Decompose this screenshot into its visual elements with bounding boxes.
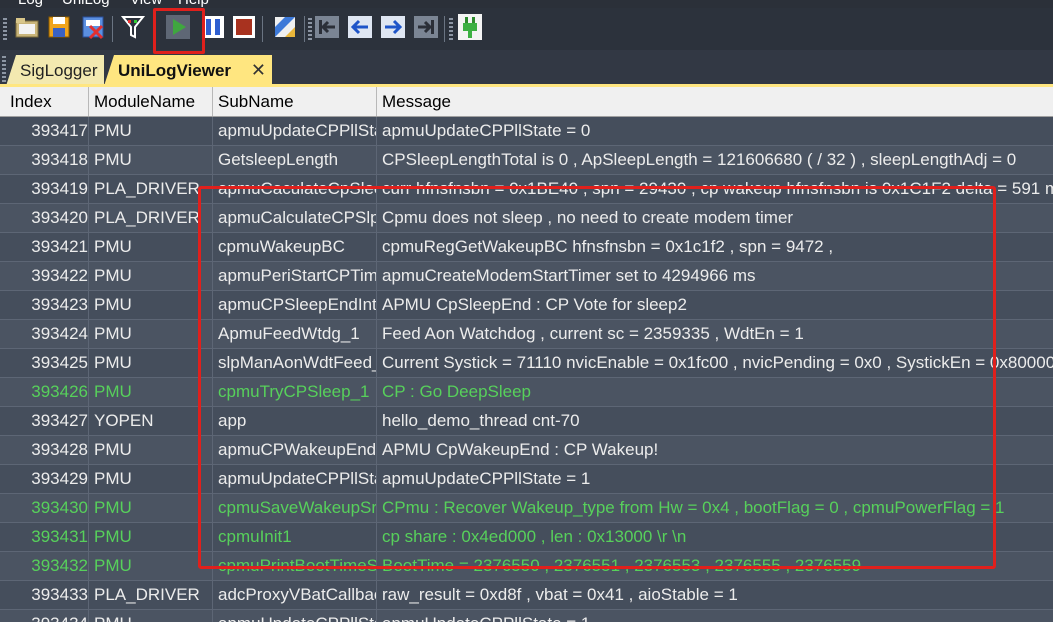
- open-folder-button[interactable]: [12, 12, 42, 42]
- cell-module: PMU: [89, 349, 213, 377]
- cell-module: PMU: [89, 494, 213, 522]
- cell-index: 393425: [5, 349, 89, 377]
- log-rows-highlight: [198, 186, 996, 569]
- cell-index: 393419: [5, 175, 89, 203]
- save-icon: [48, 16, 70, 38]
- save-button[interactable]: [44, 12, 74, 42]
- clear-icon: [275, 17, 295, 37]
- cell-subname: GetsleepLength: [213, 146, 377, 174]
- toolbar-separator: [304, 16, 305, 42]
- first-icon: [315, 16, 339, 38]
- cell-module: PMU: [89, 610, 213, 622]
- tab-unilogviewer-label: UniLogViewer: [118, 61, 232, 80]
- column-header-subname[interactable]: SubName: [213, 87, 377, 116]
- tab-unilogviewer[interactable]: UniLogViewer ✕: [104, 55, 272, 86]
- cell-index: 393420: [5, 204, 89, 232]
- cell-module: PMU: [89, 233, 213, 261]
- tab-siglogger-label: SigLogger: [20, 61, 98, 80]
- table-row[interactable]: 393434PMUapmuUpdateCPPllStateapmuUpdateC…: [0, 610, 1053, 622]
- cell-index: 393421: [5, 233, 89, 261]
- cell-index: 393426: [5, 378, 89, 406]
- play-button-highlight: [153, 8, 205, 54]
- filter-icon: [120, 16, 146, 39]
- cell-index: 393417: [5, 117, 89, 145]
- table-header: Index ModuleName SubName Message: [0, 87, 1053, 117]
- table-row[interactable]: 393418 PMU GetsleepLength CPSleepLengthTota…: [0, 146, 1053, 175]
- cell-index: 393423: [5, 291, 89, 319]
- menu-log[interactable]: Log: [18, 0, 43, 8]
- cell-module: PLA_DRIVER: [89, 581, 213, 609]
- cell-index: 393428: [5, 436, 89, 464]
- cell-module: PMU: [89, 465, 213, 493]
- document-tabs: SigLogger UniLogViewer ✕: [0, 50, 1053, 86]
- connect-button[interactable]: [455, 12, 485, 42]
- cell-module: PMU: [89, 436, 213, 464]
- cell-index: 393432: [5, 552, 89, 580]
- toolbar-separator: [112, 16, 113, 42]
- cell-module: PMU: [89, 117, 213, 145]
- stop-icon: [233, 16, 255, 38]
- toolbar-grip[interactable]: [3, 18, 7, 40]
- cell-index: 393429: [5, 465, 89, 493]
- tabstrip-grip: [2, 56, 6, 82]
- open-folder-icon: [15, 18, 39, 38]
- column-header-message[interactable]: Message: [377, 87, 1053, 116]
- cell-message: apmuUpdateCPPllState = 0: [382, 121, 591, 140]
- clear-button[interactable]: [270, 12, 300, 42]
- close-log-button[interactable]: [78, 12, 108, 42]
- cell-module: PMU: [89, 523, 213, 551]
- tab-siglogger[interactable]: SigLogger: [6, 55, 104, 86]
- table-row[interactable]: 393433 PLA_DRIVER adcProxyVBatCallback raw_…: [0, 581, 1053, 610]
- cell-index: 393422: [5, 262, 89, 290]
- cell-module: PMU: [89, 262, 213, 290]
- column-header-index[interactable]: Index: [5, 87, 89, 116]
- toolbar-separator: [262, 16, 263, 42]
- menu-unilog[interactable]: UniLog: [62, 0, 110, 8]
- menu-view[interactable]: View: [130, 0, 162, 8]
- filter-button[interactable]: [118, 12, 148, 42]
- connect-plug-icon: [458, 14, 482, 40]
- cell-module: PMU: [89, 291, 213, 319]
- close-tab-icon[interactable]: ✕: [251, 55, 266, 86]
- cell-subname: adcProxyVBatCallback: [213, 581, 377, 609]
- next-icon: [381, 16, 405, 38]
- previous-icon: [348, 16, 372, 38]
- menu-help[interactable]: Help: [178, 0, 209, 8]
- stop-button[interactable]: [229, 12, 259, 42]
- cell-message: raw_result = 0xd8f , vbat = 0x41 , aioSt…: [382, 585, 738, 604]
- cell-subname: apmuUpdateCPPllState: [213, 117, 377, 145]
- toolbar-separator: [444, 16, 445, 42]
- last-button[interactable]: [411, 12, 441, 42]
- cell-index: 393418: [5, 146, 89, 174]
- cell-module: PMU: [89, 320, 213, 348]
- last-icon: [414, 16, 438, 38]
- column-header-module[interactable]: ModuleName: [89, 87, 213, 116]
- cell-index: 393434: [5, 610, 89, 622]
- cell-index: 393424: [5, 320, 89, 348]
- cell-module: PLA_DRIVER: [89, 175, 213, 203]
- toolbar-grip[interactable]: [449, 18, 453, 40]
- cell-index: 393431: [5, 523, 89, 551]
- cell-subname: apmuUpdateCPPllState: [213, 610, 377, 622]
- cell-index: 393427: [5, 407, 89, 435]
- cell-module: YOPEN: [89, 407, 213, 435]
- cell-index: 393433: [5, 581, 89, 609]
- cell-module: PMU: [89, 146, 213, 174]
- cell-index: 393430: [5, 494, 89, 522]
- cell-message: CPSleepLengthTotal is 0 , ApSleepLength …: [382, 150, 1017, 169]
- cell-module: PLA_DRIVER: [89, 204, 213, 232]
- close-log-icon: [82, 16, 104, 40]
- cell-message: apmuUpdateCPPllState = 1: [377, 610, 1053, 622]
- cell-module: PMU: [89, 378, 213, 406]
- table-row[interactable]: 393417PMUapmuUpdateCPPllState apmuUpdateC…: [0, 117, 1053, 146]
- first-button[interactable]: [312, 12, 342, 42]
- next-button[interactable]: [378, 12, 408, 42]
- menu-bar: Log UniLog View Help: [0, 0, 1053, 8]
- cell-module: PMU: [89, 552, 213, 580]
- previous-button[interactable]: [345, 12, 375, 42]
